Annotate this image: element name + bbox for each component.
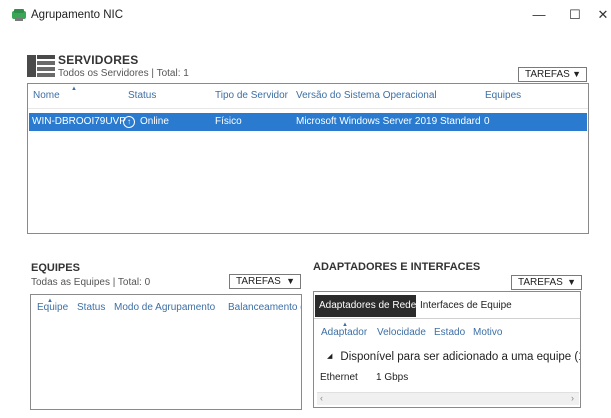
sort-ascending-icon[interactable]: ▲ [71,86,77,92]
column-header-state[interactable]: Estado [434,327,465,338]
adapter-speed-cell: 1 Gbps [376,372,409,383]
chevron-down-icon: ▼ [567,277,576,287]
tab-divider [314,318,580,319]
scroll-right-icon[interactable]: › [571,393,574,403]
collapse-triangle-icon[interactable]: ◢ [327,353,332,360]
window-title: Agrupamento NIC [31,9,124,21]
column-header-teaming-mode[interactable]: Modo de Agrupamento [114,302,215,313]
column-header-adapter[interactable]: Adaptador [321,327,367,338]
minimize-button[interactable]: — [524,4,554,28]
tab-network-adapters[interactable]: Adaptadores de Rede [315,295,416,317]
servers-tasks-button[interactable]: TAREFAS ▼ [518,67,587,82]
server-type-cell: Físico [215,116,242,127]
column-header-status[interactable]: Status [128,90,156,101]
close-button[interactable]: ✕ [588,4,611,28]
column-header-team[interactable]: Equipe [37,302,68,313]
column-header-reason[interactable]: Motivo [473,327,502,338]
server-teams-cell: 0 [484,116,490,127]
column-header-server-type[interactable]: Tipo de Servidor [215,90,288,101]
servers-icon [27,55,55,77]
adapters-panel: Adaptadores de Rede Interfaces de Equipe… [313,291,581,408]
server-name-cell: WIN-DBROOI79UVP [32,116,126,127]
column-header-name[interactable]: Nome [33,90,60,101]
teams-subtitle: Todas as Equipes | Total: 0 [31,277,151,288]
column-header-load-balancing[interactable]: Balanceamento d [228,302,301,313]
group-header-available[interactable]: ◢ Disponível para ser adicionado a uma eq… [327,351,581,363]
servers-table: ▲ Nome Status Tipo de Servidor Versão do… [27,83,589,234]
column-header-os-version[interactable]: Versão do Sistema Operacional [296,90,437,101]
server-status-cell: Online [140,116,169,127]
adapters-tasks-button[interactable]: TAREFAS ▼ [511,275,582,290]
tab-team-interfaces[interactable]: Interfaces de Equipe [420,295,512,317]
chevron-down-icon: ▼ [572,69,581,79]
column-header-status[interactable]: Status [77,302,105,313]
table-row[interactable]: WIN-DBROOI79UVP ↑ Online Físico Microsof… [29,113,587,131]
column-header-teams[interactable]: Equipes [485,90,521,101]
adapters-tasks-label: TAREFAS [518,277,563,288]
teams-tasks-button[interactable]: TAREFAS ▼ [229,274,301,289]
nic-teaming-app-icon [12,9,26,21]
adapter-name-cell[interactable]: Ethernet [320,372,358,383]
group-label: Disponível para ser adicionado a uma equ… [340,351,581,363]
maximize-button[interactable]: ☐ [560,4,590,28]
servers-title: SERVIDORES [58,53,139,67]
scroll-left-icon[interactable]: ‹ [320,393,323,403]
teams-table: ▲ Equipe Status Modo de Agrupamento Bala… [30,294,302,410]
adapters-title: ADAPTADORES E INTERFACES [313,261,481,273]
teams-title: EQUIPES [31,262,80,274]
server-os-cell: Microsoft Windows Server 2019 Standard [296,116,481,127]
online-arrow-up-icon: ↑ [123,116,135,128]
teams-tasks-label: TAREFAS [236,276,281,287]
servers-subtitle: Todos os Servidores | Total: 1 [58,68,189,79]
title-bar: Agrupamento NIC — ☐ ✕ [0,0,611,30]
horizontal-scrollbar[interactable]: ‹ › [317,392,579,405]
chevron-down-icon: ▼ [286,276,295,286]
column-header-speed[interactable]: Velocidade [377,327,426,338]
header-divider [28,108,588,109]
servers-tasks-label: TAREFAS [525,69,570,80]
